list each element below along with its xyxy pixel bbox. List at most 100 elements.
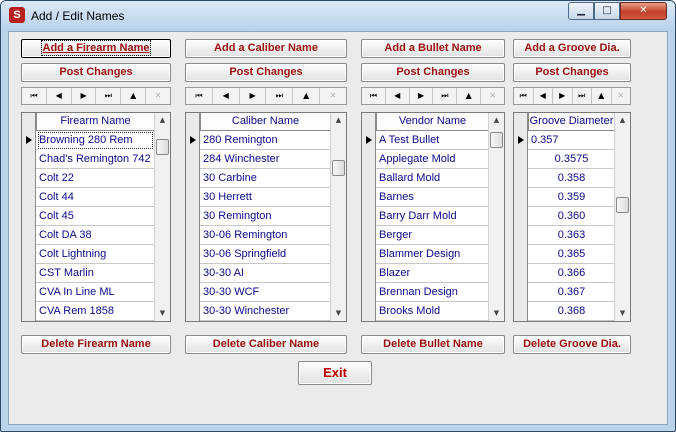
groove-cell[interactable]: 0.358 xyxy=(529,169,614,188)
prior-record-icon[interactable]: ◀ xyxy=(47,88,72,104)
scroll-down-icon[interactable]: ▼ xyxy=(489,306,504,321)
table-row[interactable]: 30-06 Remington xyxy=(186,226,330,245)
table-row[interactable]: 280 Remington xyxy=(186,131,330,150)
table-row[interactable]: 0.360 xyxy=(514,207,614,226)
table-row[interactable]: 0.359 xyxy=(514,188,614,207)
title-bar[interactable]: S Add / Edit Names ▁ □ ✕ xyxy=(1,1,675,31)
table-row[interactable]: Colt 45 xyxy=(22,207,154,226)
last-record-icon[interactable]: ⏭ xyxy=(266,88,294,104)
vendor-cell[interactable]: A Test Bullet xyxy=(377,131,488,150)
table-row[interactable]: Browning 280 Rem xyxy=(22,131,154,150)
bullet-grid[interactable]: Vendor Name A Test Bullet Applegate Mold… xyxy=(361,112,505,322)
firearm-cell[interactable]: CVA Rem 1858 xyxy=(37,302,154,321)
firearm-grid[interactable]: Firearm Name Browning 280 Rem Chad's Rem… xyxy=(21,112,171,322)
table-row[interactable]: Berger xyxy=(362,226,488,245)
groove-cell[interactable]: 0.363 xyxy=(529,226,614,245)
add-groove-button[interactable]: Add a Groove Dia. xyxy=(513,39,631,58)
table-row[interactable]: 30-06 Springfield xyxy=(186,245,330,264)
minimize-button[interactable]: ▁ xyxy=(568,2,594,20)
vendor-cell[interactable]: Applegate Mold xyxy=(377,150,488,169)
last-record-icon[interactable]: ⏭ xyxy=(573,88,592,104)
prior-record-icon[interactable]: ◀ xyxy=(386,88,410,104)
caliber-cell[interactable]: 30 Carbine xyxy=(201,169,330,188)
vendor-cell[interactable]: Berger xyxy=(377,226,488,245)
groove-cell[interactable]: 0.357 xyxy=(529,131,614,150)
scroll-thumb[interactable] xyxy=(332,160,345,176)
table-row[interactable]: 0.367 xyxy=(514,283,614,302)
firearm-cell[interactable]: Colt Lightning xyxy=(37,245,154,264)
vendor-column-header[interactable]: Vendor Name xyxy=(376,113,488,131)
table-row[interactable]: 30-30 Winchester xyxy=(186,302,330,321)
firearm-cell[interactable]: Colt 22 xyxy=(37,169,154,188)
table-row[interactable]: 30 Remington xyxy=(186,207,330,226)
caliber-cell[interactable]: 30 Herrett xyxy=(201,188,330,207)
scroll-down-icon[interactable]: ▼ xyxy=(155,306,170,321)
scroll-thumb[interactable] xyxy=(616,197,629,213)
table-row[interactable]: 0.357 xyxy=(514,131,614,150)
next-record-icon[interactable]: ▶ xyxy=(240,88,267,104)
prior-record-icon[interactable]: ◀ xyxy=(213,88,240,104)
edit-record-icon[interactable]: ▲ xyxy=(293,88,321,104)
table-row[interactable]: 30-30 AI xyxy=(186,264,330,283)
scroll-up-icon[interactable]: ▲ xyxy=(331,113,346,128)
firearm-cell[interactable]: Chad's Remington 742 xyxy=(37,150,154,169)
caliber-column-header[interactable]: Caliber Name xyxy=(200,113,330,131)
prior-record-icon[interactable]: ◀ xyxy=(534,88,553,104)
table-row[interactable]: 284 Winchester xyxy=(186,150,330,169)
groove-cell[interactable]: 0.368 xyxy=(529,302,614,321)
scroll-down-icon[interactable]: ▼ xyxy=(615,306,630,321)
caliber-cell[interactable]: 30 Remington xyxy=(201,207,330,226)
caliber-cell[interactable]: 30-06 Remington xyxy=(201,226,330,245)
post-changes-bullet-button[interactable]: Post Changes xyxy=(361,63,505,82)
table-row[interactable]: Blazer xyxy=(362,264,488,283)
groove-cell[interactable]: 0.3575 xyxy=(529,150,614,169)
table-row[interactable]: 0.366 xyxy=(514,264,614,283)
groove-cell[interactable]: 0.360 xyxy=(529,207,614,226)
scroll-thumb[interactable] xyxy=(490,132,503,148)
table-row[interactable]: Chad's Remington 742 xyxy=(22,150,154,169)
vendor-cell[interactable]: Blammer Design xyxy=(377,245,488,264)
table-row[interactable]: Applegate Mold xyxy=(362,150,488,169)
table-row[interactable]: 0.365 xyxy=(514,245,614,264)
scroll-down-icon[interactable]: ▼ xyxy=(331,306,346,321)
maximize-button[interactable]: □ xyxy=(594,2,620,20)
first-record-icon[interactable]: ⏮ xyxy=(514,88,534,104)
post-changes-firearm-button[interactable]: Post Changes xyxy=(21,63,171,82)
vendor-cell[interactable]: Brennan Design xyxy=(377,283,488,302)
delete-caliber-button[interactable]: Delete Caliber Name xyxy=(185,335,347,354)
firearm-column-header[interactable]: Firearm Name xyxy=(36,113,154,131)
firearm-cell[interactable]: Colt 44 xyxy=(37,188,154,207)
table-row[interactable]: 30 Carbine xyxy=(186,169,330,188)
delete-firearm-button[interactable]: Delete Firearm Name xyxy=(21,335,171,354)
table-row[interactable]: A Test Bullet xyxy=(362,131,488,150)
firearm-scrollbar[interactable]: ▲ ▼ xyxy=(154,113,170,321)
vendor-cell[interactable]: Ballard Mold xyxy=(377,169,488,188)
caliber-cell[interactable]: 30-30 WCF xyxy=(201,283,330,302)
scroll-up-icon[interactable]: ▲ xyxy=(489,113,504,128)
table-row[interactable]: Colt 22 xyxy=(22,169,154,188)
first-record-icon[interactable]: ⏮ xyxy=(22,88,47,104)
table-row[interactable]: Colt Lightning xyxy=(22,245,154,264)
groove-grid[interactable]: Groove Diameter 0.357 0.3575 0.358 0.359… xyxy=(513,112,631,322)
edit-record-icon[interactable]: ▲ xyxy=(592,88,612,104)
firearm-cell[interactable]: CST Marlin xyxy=(37,264,154,283)
table-row[interactable]: Blammer Design xyxy=(362,245,488,264)
last-record-icon[interactable]: ⏭ xyxy=(433,88,458,104)
delete-groove-button[interactable]: Delete Groove Dia. xyxy=(513,335,631,354)
groove-cell[interactable]: 0.365 xyxy=(529,245,614,264)
table-row[interactable]: 30-30 WCF xyxy=(186,283,330,302)
table-row[interactable]: 0.363 xyxy=(514,226,614,245)
table-row[interactable]: 30 Herrett xyxy=(186,188,330,207)
edit-record-icon[interactable]: ▲ xyxy=(121,88,147,104)
firearm-cell[interactable]: Colt 45 xyxy=(37,207,154,226)
table-row[interactable]: Barry Darr Mold xyxy=(362,207,488,226)
post-changes-caliber-button[interactable]: Post Changes xyxy=(185,63,347,82)
table-row[interactable]: Colt 44 xyxy=(22,188,154,207)
table-row[interactable]: Ballard Mold xyxy=(362,169,488,188)
vendor-cell[interactable]: Barry Darr Mold xyxy=(377,207,488,226)
bullet-scrollbar[interactable]: ▲ ▼ xyxy=(488,113,504,321)
vendor-cell[interactable]: Blazer xyxy=(377,264,488,283)
vendor-cell[interactable]: Brooks Mold xyxy=(377,302,488,321)
edit-record-icon[interactable]: ▲ xyxy=(457,88,482,104)
post-changes-groove-button[interactable]: Post Changes xyxy=(513,63,631,82)
